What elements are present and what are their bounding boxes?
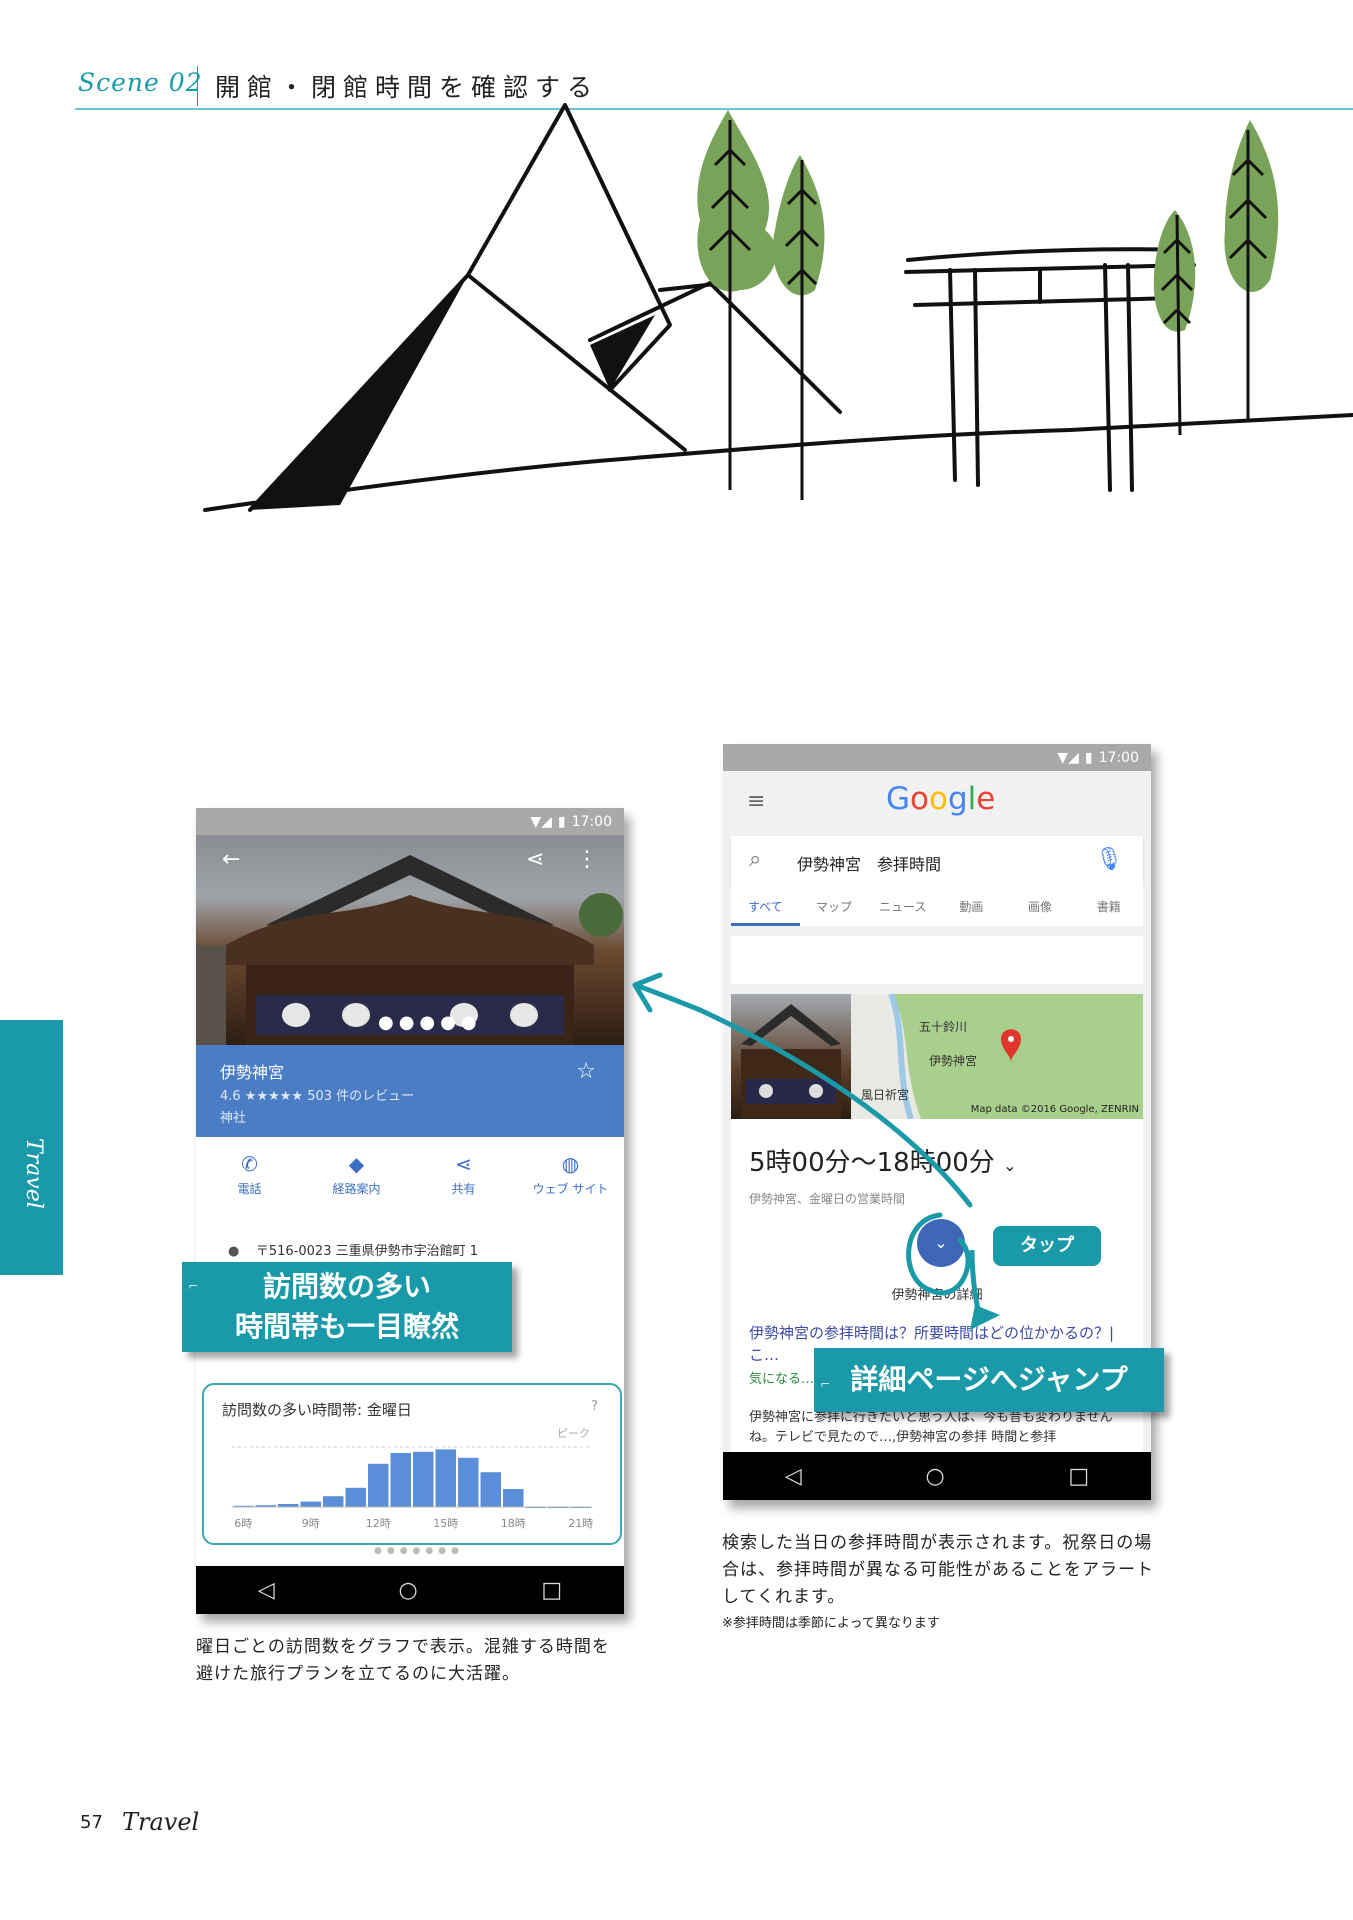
corner-mark: ⌐	[188, 1279, 199, 1293]
recents-nav-icon[interactable]: □	[1068, 1464, 1089, 1489]
home-nav-icon[interactable]: ○	[925, 1464, 944, 1489]
chart-bar-12時[interactable]	[368, 1463, 389, 1507]
chart-bar-18時[interactable]	[503, 1489, 524, 1507]
chart-bar-17時[interactable]	[480, 1472, 502, 1507]
place-rating[interactable]: 4.6 ★★★★★ 503 件のレビュー	[220, 1085, 414, 1104]
page-number: 57	[80, 1812, 103, 1833]
status-time: 17:00	[1098, 749, 1139, 766]
back-nav-icon[interactable]: ◁	[258, 1578, 275, 1603]
tab-maps[interactable]: マップ	[800, 886, 869, 926]
back-arrow-icon[interactable]: ←	[222, 847, 240, 872]
tab-books[interactable]: 書籍	[1074, 886, 1143, 926]
caption-note: ※参拝時間は季節によって異なります	[722, 1616, 940, 1631]
x-tick-label: 9時	[302, 1517, 320, 1530]
callout-jump: ⌐ 詳細ページへジャンプ	[814, 1348, 1164, 1412]
callout-jump-text: 詳細ページへジャンプ	[850, 1363, 1128, 1396]
directions-label: 経路案内	[332, 1182, 381, 1196]
tab-videos[interactable]: 動画	[937, 886, 1006, 926]
place-actions: ✆ 電話 ◆ 経路案内 ⋖ 共有 ◍ ウェブ サイト	[196, 1152, 624, 1222]
chart-bar-9時[interactable]	[300, 1501, 322, 1507]
x-tick-label: 6時	[234, 1517, 252, 1530]
chart-bar-15時[interactable]	[435, 1449, 457, 1507]
search-tabs: すべて マップ ニュース 動画 画像 書籍	[731, 886, 1143, 926]
result-url: 気になる…	[749, 1372, 815, 1387]
call-action[interactable]: ✆ 電話	[200, 1152, 300, 1222]
share-label: 共有	[451, 1182, 476, 1196]
android-nav-bar: ◁ ○ □	[196, 1566, 624, 1614]
wifi-icon: ▼◢	[530, 813, 552, 830]
callout-visits: ⌐ 訪問数の多い 時間帯も一目瞭然	[182, 1262, 512, 1352]
chart-bar-16時[interactable]	[458, 1457, 479, 1507]
corner-mark: ⌐	[820, 1377, 831, 1391]
section-side-tab: Travel	[0, 1020, 63, 1275]
mountain-torii-illustration	[203, 103, 1353, 512]
callout-visits-line1: 訪問数の多い	[262, 1270, 431, 1303]
hamburger-menu-icon[interactable]: ≡	[747, 789, 765, 814]
location-pin-icon: ●	[228, 1244, 240, 1259]
google-header: ≡ Google	[723, 771, 1151, 831]
place-header: 伊勢神宮 4.6 ★★★★★ 503 件のレビュー 神社 ☆	[196, 1045, 624, 1137]
back-nav-icon[interactable]: ◁	[785, 1464, 802, 1489]
recents-nav-icon[interactable]: □	[541, 1578, 562, 1603]
address-row[interactable]: ● 〒516-0023 三重県伊勢市宇治館町 1	[228, 1240, 478, 1259]
x-tick-label: 15時	[433, 1517, 458, 1530]
save-star-icon[interactable]: ☆	[576, 1059, 596, 1084]
footer-section-title: Travel	[122, 1808, 200, 1836]
place-name: 伊勢神宮	[220, 1063, 285, 1082]
caption-left: 曜日ごとの訪問数をグラフで表示。混雑する時間を避けた旅行プランを立てるのに大活躍…	[196, 1637, 610, 1684]
status-bar: ▼◢ ▮ 17:00	[723, 744, 1151, 771]
shrine-photo: ← ⋖ ⋮ ●●●●●	[196, 835, 624, 1045]
search-box[interactable]: ⌕ 伊勢神宮 参拝時間 🎙	[731, 836, 1143, 886]
share-icon[interactable]: ⋖	[526, 847, 544, 872]
side-tab-label: Travel	[21, 1138, 46, 1209]
share-action[interactable]: ⋖ 共有	[414, 1152, 514, 1222]
maps-phone-screenshot: ▼◢ ▮ 17:00 ← ⋖ ⋮ ●●●●● 伊勢神宮 4.6 ★★★★★ 50…	[196, 808, 624, 1614]
chart-bar-10時[interactable]	[323, 1496, 344, 1507]
day-pager-dots: ●●●●●●●	[374, 1546, 464, 1556]
callout-tap: タップ	[993, 1226, 1101, 1266]
home-nav-icon[interactable]: ○	[398, 1578, 417, 1603]
chart-bar-11時[interactable]	[345, 1487, 367, 1507]
directions-icon: ◆	[348, 1152, 365, 1176]
scene-label: Scene 02	[78, 68, 203, 97]
share-icon: ⋖	[455, 1152, 472, 1176]
google-logo: Google	[886, 781, 996, 817]
phone-icon: ✆	[241, 1152, 258, 1176]
status-bar: ▼◢ ▮ 17:00	[196, 808, 624, 835]
callout-visits-line2: 時間帯も一目瞭然	[234, 1310, 459, 1343]
battery-icon: ▮	[1084, 749, 1093, 766]
status-time: 17:00	[571, 813, 612, 830]
directions-action[interactable]: ◆ 経路案内	[307, 1152, 407, 1222]
wifi-icon: ▼◢	[1057, 749, 1079, 766]
search-input[interactable]: 伊勢神宮 参拝時間	[797, 851, 941, 875]
tab-all[interactable]: すべて	[731, 886, 800, 926]
popular-times-chart: 6時 9時 12時 15時 18時 21時	[232, 1446, 593, 1530]
tab-news[interactable]: ニュース	[868, 886, 937, 926]
search-icon: ⌕	[749, 847, 762, 872]
caption-right: 検索した当日の参拝時間が表示されます。祝祭日の場合は、参拝時間が異なる可能性があ…	[722, 1533, 1154, 1607]
popular-times-title[interactable]: 訪問数の多い時間帯: 金曜日	[222, 1399, 412, 1420]
popular-times-card: 訪問数の多い時間帯: 金曜日 ? ピーク 6時 9時 12時 15時 18時 21時	[202, 1383, 622, 1545]
more-vert-icon[interactable]: ⋮	[576, 847, 598, 872]
place-type: 神社	[220, 1111, 247, 1126]
microphone-icon[interactable]: 🎙	[1095, 847, 1123, 872]
annotation-arrows	[632, 972, 1000, 1330]
result-snippet: 伊勢神宮に参拝に行きたいと思う人は、今も昔も変わりませんね。テレビで見たので…,…	[749, 1410, 1113, 1445]
android-nav-bar: ◁ ○ □	[723, 1452, 1151, 1500]
chart-bar-14時[interactable]	[413, 1451, 434, 1507]
x-tick-label: 12時	[366, 1517, 391, 1530]
help-icon[interactable]: ?	[591, 1399, 598, 1414]
tab-images[interactable]: 画像	[1006, 886, 1075, 926]
chart-bar-13時[interactable]	[390, 1453, 412, 1507]
battery-icon: ▮	[557, 813, 566, 830]
x-tick-label: 18時	[501, 1517, 526, 1530]
photo-pager-dots: ●●●●●	[378, 1012, 482, 1033]
call-label: 電話	[237, 1182, 262, 1196]
address-text: 〒516-0023 三重県伊勢市宇治館町 1	[255, 1244, 478, 1259]
x-tick-label: 21時	[568, 1517, 593, 1530]
